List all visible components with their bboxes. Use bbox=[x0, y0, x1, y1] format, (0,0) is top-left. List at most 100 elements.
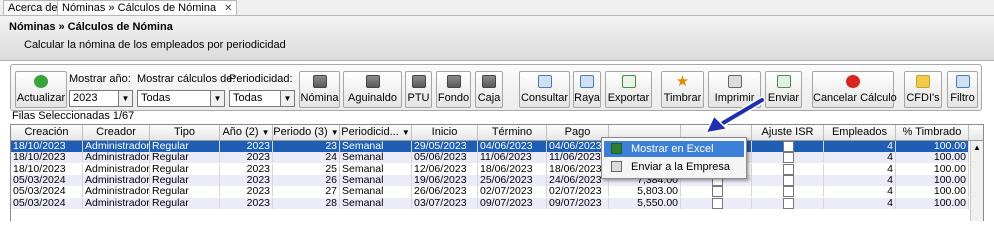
aguinaldo-label: Aguinaldo bbox=[348, 92, 397, 104]
col-inicio[interactable]: Inicio bbox=[412, 125, 478, 140]
table-cell: Semanal bbox=[340, 174, 412, 186]
exportar-button[interactable]: Exportar bbox=[605, 71, 652, 108]
col-creador[interactable]: Creador bbox=[83, 125, 150, 140]
col-tipo[interactable]: Tipo bbox=[150, 125, 220, 140]
toolbar-area: Actualizar Mostrar año: 2023 ▼ Mostrar c… bbox=[0, 61, 994, 111]
table-cell: 18/06/2023 bbox=[478, 163, 547, 175]
fondo-button[interactable]: Fondo bbox=[436, 71, 471, 108]
table-cell: 05/06/2023 bbox=[412, 152, 478, 164]
raya-label: Raya bbox=[574, 92, 600, 104]
tab-acerca-de[interactable]: Acerca de bbox=[3, 0, 63, 15]
timbrar-label: Timbrar bbox=[663, 92, 702, 104]
caja-button[interactable]: Caja bbox=[475, 71, 503, 108]
table-row[interactable]: 05/03/2024 Administrador Regular 2023 26 Sema… bbox=[11, 174, 969, 186]
table-cell: 09/07/2023 bbox=[547, 197, 609, 209]
table-cell: 11/06/2023 bbox=[478, 152, 547, 164]
table-row[interactable]: 18/10/2023 Administrador Regular 2023 25 Sema… bbox=[11, 163, 969, 175]
year-select[interactable]: 2023 ▼ bbox=[69, 90, 133, 107]
table-cell: 05/03/2024 bbox=[11, 174, 83, 186]
checkbox[interactable] bbox=[783, 186, 794, 198]
table-cell: 2023 bbox=[220, 141, 273, 152]
ptu-label: PTU bbox=[407, 92, 430, 104]
checkbox[interactable] bbox=[711, 197, 723, 209]
table-cell bbox=[752, 152, 824, 164]
checkbox[interactable] bbox=[783, 163, 794, 175]
refresh-icon bbox=[34, 75, 48, 88]
table-cell: Regular bbox=[150, 152, 220, 164]
col-pago[interactable]: Pago bbox=[547, 125, 609, 140]
close-icon[interactable]: ✕ bbox=[224, 3, 232, 14]
table-cell: 23 bbox=[273, 141, 340, 152]
menu-item-mostrar-excel[interactable]: Mostrar en Excel bbox=[604, 141, 744, 157]
table-cell: 26/06/2023 bbox=[412, 186, 478, 198]
period-select[interactable]: Todas ▼ bbox=[229, 90, 295, 107]
scroll-up-icon[interactable]: ▲ bbox=[973, 143, 981, 152]
filter-dropdown-icon[interactable]: ▼ bbox=[331, 128, 339, 137]
col-periodicidad[interactable]: Periodicid... ▼ bbox=[340, 125, 412, 140]
checkbox[interactable] bbox=[783, 152, 794, 164]
table-row[interactable]: 05/03/2024 Administrador Regular 2023 27 Sema… bbox=[11, 186, 969, 198]
col-empleados[interactable]: Empleados bbox=[824, 125, 896, 140]
calculator-icon bbox=[312, 75, 327, 88]
star-icon: ★ bbox=[675, 73, 690, 90]
actualizar-button[interactable]: Actualizar bbox=[15, 71, 67, 108]
table-cell: 05/03/2024 bbox=[11, 186, 83, 198]
calculator-icon bbox=[411, 75, 426, 88]
aguinaldo-button[interactable]: Aguinaldo bbox=[343, 71, 402, 108]
col-timbrado[interactable]: % Timbrado bbox=[896, 125, 969, 140]
checkbox[interactable] bbox=[783, 197, 794, 209]
checkbox[interactable] bbox=[783, 141, 794, 152]
payroll-table: Creación Creador Tipo Año (2) ▼ Periodo … bbox=[10, 124, 984, 221]
table-cell: 26 bbox=[273, 174, 340, 186]
checkbox[interactable] bbox=[711, 186, 723, 198]
col-creacion[interactable]: Creación bbox=[11, 125, 83, 140]
nomina-button[interactable]: Nómina bbox=[299, 71, 340, 108]
vertical-scrollbar[interactable]: ▲ bbox=[970, 141, 983, 221]
timbrar-button[interactable]: ★ Timbrar bbox=[661, 71, 704, 108]
checkbox[interactable] bbox=[783, 174, 794, 186]
table-cell: 02/07/2023 bbox=[478, 186, 547, 198]
col-anio[interactable]: Año (2) ▼ bbox=[220, 125, 273, 140]
table-row[interactable]: 05/03/2024 Administrador Regular 2023 28 Sema… bbox=[11, 197, 969, 209]
table-cell: 19/06/2023 bbox=[412, 174, 478, 186]
table-row[interactable]: 18/10/2023 Administrador Regular 2023 24 Sema… bbox=[11, 152, 969, 164]
selection-count: Filas Seleccionadas 1/67 bbox=[12, 110, 135, 122]
chevron-down-icon[interactable]: ▼ bbox=[280, 91, 294, 106]
consultar-button[interactable]: Consultar bbox=[519, 71, 570, 108]
ptu-button[interactable]: PTU bbox=[405, 71, 432, 108]
filter-dropdown-icon[interactable]: ▼ bbox=[402, 128, 410, 137]
col-termino[interactable]: Término bbox=[478, 125, 547, 140]
table-cell bbox=[752, 141, 824, 152]
cfdis-button[interactable]: CFDI's bbox=[904, 71, 942, 108]
filtro-button[interactable]: Filtro bbox=[947, 71, 978, 108]
consultar-label: Consultar bbox=[520, 92, 569, 104]
table-cell: 03/07/2023 bbox=[412, 197, 478, 209]
table-cell: 28 bbox=[273, 197, 340, 209]
cancelar-calculo-button[interactable]: Cancelar Cálculo bbox=[812, 71, 897, 108]
filter-dropdown-icon[interactable]: ▼ bbox=[262, 128, 270, 137]
menu-item-enviar-empresa[interactable]: Enviar a la Empresa bbox=[604, 159, 744, 175]
excel-icon bbox=[611, 143, 622, 154]
enviar-button[interactable]: Enviar bbox=[765, 71, 802, 108]
raya-button[interactable]: Raya bbox=[573, 71, 601, 108]
table-cell: 04/06/2023 bbox=[547, 141, 609, 152]
col-periodo[interactable]: Periodo (3) ▼ bbox=[273, 125, 340, 140]
table-cell: Semanal bbox=[340, 141, 412, 152]
period-label: Periodicidad: bbox=[229, 73, 293, 85]
table-cell: 24 bbox=[273, 152, 340, 164]
table-row[interactable]: 18/10/2023 Administrador Regular 2023 23 Sema… bbox=[11, 141, 969, 152]
menu-item-label: Mostrar en Excel bbox=[631, 143, 714, 155]
window-icon bbox=[580, 75, 594, 88]
table-cell: 100.00 bbox=[896, 186, 969, 198]
table-cell: 25 bbox=[273, 163, 340, 175]
calc-select[interactable]: Todas ▼ bbox=[137, 90, 225, 107]
table-cell: Administrador bbox=[85, 141, 150, 152]
year-value: 2023 bbox=[73, 92, 98, 104]
table-cell: 27 bbox=[273, 186, 340, 198]
chevron-down-icon[interactable]: ▼ bbox=[210, 91, 224, 106]
table-cell: Administrador bbox=[85, 197, 150, 209]
table-cell: Regular bbox=[150, 186, 220, 198]
tab-calculos-nomina[interactable]: Nóminas » Cálculos de Nómina ✕ bbox=[57, 0, 238, 15]
table-cell: Administrador bbox=[85, 152, 150, 164]
chevron-down-icon[interactable]: ▼ bbox=[118, 91, 132, 106]
